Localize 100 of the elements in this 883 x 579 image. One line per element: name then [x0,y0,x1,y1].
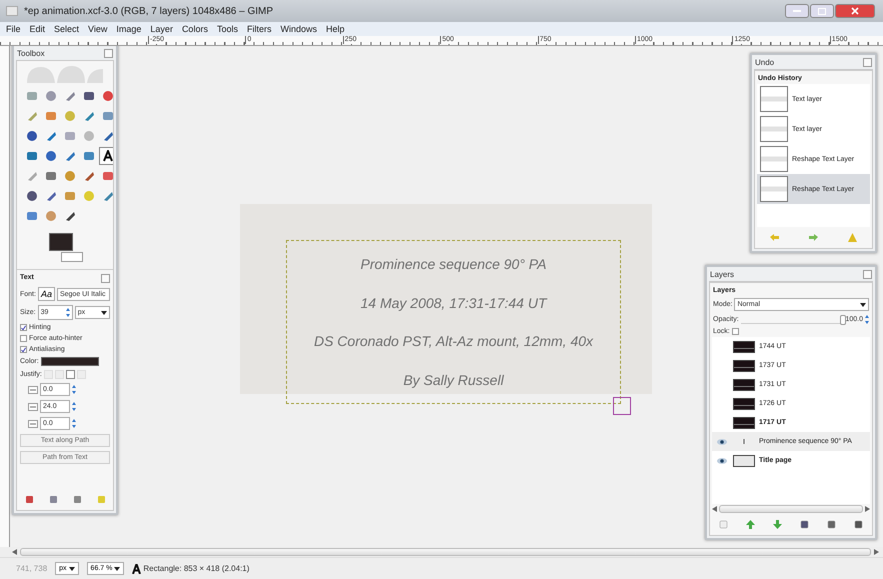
menu-item[interactable]: Select [54,24,80,34]
slider-thumb[interactable] [840,314,846,324]
tool-icon [102,190,113,202]
spin-arrows-icon[interactable] [66,308,70,317]
thumbnail [760,176,788,202]
scroll-right-icon[interactable] [865,506,870,512]
caret-icon [860,302,866,306]
tool-icon [26,110,38,122]
tool-icon [26,130,38,142]
tool-icon [64,90,76,102]
close-button[interactable] [863,58,872,66]
menu-item[interactable]: Image [116,24,142,34]
panel-action-icon[interactable] [72,495,82,504]
background-color[interactable] [61,252,83,262]
spin-arrows-icon[interactable] [72,419,76,428]
layer-thumbnail [733,398,755,410]
checkbox[interactable] [20,335,27,342]
layer-thumbnail [733,378,755,390]
close-button[interactable] [863,270,872,278]
menu-item[interactable]: View [88,24,108,34]
tool-icon [83,170,95,182]
tool-icon [102,90,113,102]
status-message: Rectangle: 853 × 418 (2.04:1) [143,564,250,573]
caret-icon [114,566,120,570]
checkbox[interactable] [20,346,27,353]
layer-action-icon[interactable] [800,520,809,529]
panel-action-icon[interactable] [48,495,58,504]
tool-icon [45,110,57,122]
layer-action-icon[interactable] [827,520,836,529]
scrollbar[interactable] [719,505,863,513]
close-button[interactable] [104,48,113,58]
menu-item[interactable]: Filters [246,24,272,34]
lock-checkbox[interactable] [732,328,739,335]
close-button[interactable] [101,274,110,283]
tool-icon [83,90,95,102]
minimize-icon [793,10,801,12]
minimize-button[interactable] [785,4,809,18]
spacing-icon [28,402,38,410]
close-icon [851,7,859,15]
tool-icon [83,150,95,162]
tool-icon [83,190,95,202]
tool-icon [83,110,95,122]
tool-icon [45,190,57,202]
panel-action-icon[interactable] [24,495,34,504]
tool-icon [45,150,57,162]
panel-title: Layers [710,270,734,278]
spin-arrows-icon[interactable] [72,402,76,411]
foreground-color[interactable] [49,233,73,251]
menu-item[interactable]: Help [326,24,344,34]
color-button[interactable] [40,357,99,366]
tool-icon [64,210,76,222]
pointer-coordinates: 741, 738 [16,564,48,573]
spin-arrows-icon[interactable] [865,315,869,324]
canvas-text: DS Coronado PST, Alt-Az mount, 12mm, 40x [314,333,594,350]
text-tool-icon [132,564,142,574]
eye-icon[interactable] [717,458,727,464]
layer-thumbnail [733,360,755,372]
layer-thumbnail [733,454,755,466]
caret-icon [101,310,107,314]
tool-icon [64,190,76,202]
resize-handle[interactable] [613,397,631,415]
spin-arrows-icon[interactable] [72,385,76,394]
scroll-left-icon[interactable] [712,506,717,512]
thumbnail [760,116,788,142]
layer-thumbnail [733,416,755,428]
maximize-button[interactable] [810,4,834,18]
spacing-icon [28,420,38,428]
tool-icon [64,130,76,142]
tool-icon [102,150,113,162]
tool-icon [102,110,113,122]
scroll-right-icon[interactable] [874,549,879,555]
opacity-slider[interactable] [740,316,844,324]
tool-icon [45,90,57,102]
scroll-left-icon[interactable] [12,549,17,555]
tool-icon [64,170,76,182]
font-preview[interactable]: Aa [38,287,55,301]
layer-action-icon[interactable] [854,520,863,529]
close-button[interactable] [835,4,875,18]
caret-icon [68,566,75,570]
eye-icon[interactable] [717,438,727,444]
menu-item[interactable]: Windows [280,24,317,34]
menu-item[interactable]: File [6,24,21,34]
panel-title: Toolbox [17,48,45,58]
tool-icon [83,130,95,142]
tool-icon [26,90,38,102]
tool-icon [102,130,113,142]
redo-icon[interactable] [809,233,818,242]
justify-button[interactable] [66,370,75,379]
menu-item[interactable]: Edit [30,24,46,34]
menu-item[interactable]: Tools [216,24,238,34]
tool-icon [45,210,57,222]
menu-item[interactable]: Colors [182,24,208,34]
tool-icon [26,190,38,202]
tool-button[interactable] [99,147,113,165]
tool-icon [64,110,76,122]
checkbox[interactable] [20,324,27,331]
text-frame[interactable]: Prominence sequence 90° PA 14 May 2008, 17:31-17:44 UT DS Coronado PST, Alt-Az mount, 12mm, 40x By Sally Russell [286,240,621,404]
menu-item[interactable]: Layer [150,24,173,34]
scrollbar[interactable] [20,548,871,556]
tool-icon [45,130,57,142]
